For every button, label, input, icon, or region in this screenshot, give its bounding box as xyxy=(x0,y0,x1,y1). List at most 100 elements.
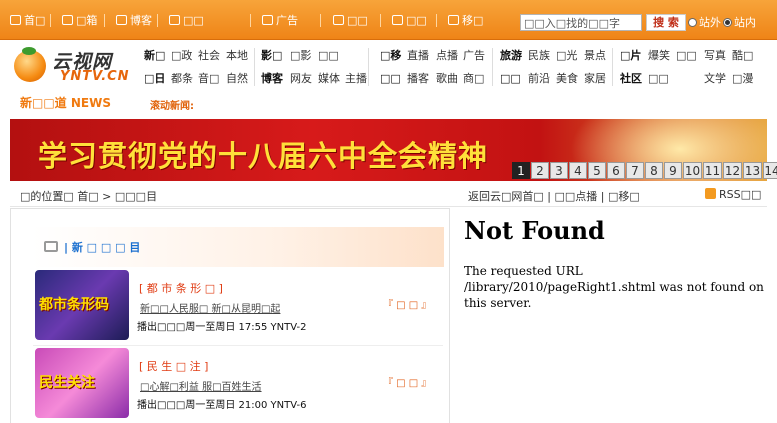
nav-item[interactable]: 商□ xyxy=(463,72,484,86)
nav-item[interactable]: 媒体 xyxy=(318,72,340,86)
topbar-link-7[interactable]: □□ xyxy=(392,14,427,28)
nav-item[interactable]: 景点 xyxy=(584,49,606,63)
mail-link[interactable]: □箱 xyxy=(62,14,97,28)
nav-item[interactable]: 自然 xyxy=(226,72,248,86)
star-icon xyxy=(169,15,180,25)
nav-item[interactable]: 网友 xyxy=(290,72,312,86)
page-button[interactable]: 5 xyxy=(588,162,606,179)
nav-item[interactable]: □□ xyxy=(676,49,697,63)
program-thumbnail[interactable]: 民生关注 xyxy=(35,348,129,418)
nav-item[interactable]: □政 xyxy=(171,49,192,63)
page-button[interactable]: 14 xyxy=(763,162,777,179)
nav-item[interactable]: 民族 xyxy=(528,49,550,63)
nav-item[interactable]: 旅游 xyxy=(500,49,522,63)
nav-item[interactable]: 影□ xyxy=(261,49,282,63)
nav-item[interactable]: 酷□ xyxy=(732,49,753,63)
page-button[interactable]: 2 xyxy=(531,162,549,179)
program-more-link[interactable]: 『 □ □ 』 xyxy=(383,296,431,311)
radio-selected-icon xyxy=(723,18,732,27)
nav-item[interactable]: 广告 xyxy=(463,49,485,63)
radio-site-internal[interactable]: 站内 xyxy=(723,16,756,29)
nav-item[interactable]: 文学 xyxy=(704,72,726,86)
search-button[interactable]: 搜 索 xyxy=(646,14,686,31)
program-thumbnail-caption: 都市条形码 xyxy=(39,297,109,313)
rss-link[interactable]: RSS□□ xyxy=(705,188,761,201)
page-button[interactable]: 1 xyxy=(512,162,530,179)
news-bar: 新□□道 NEWS 滚动新闻: xyxy=(10,93,777,113)
nav-item[interactable]: 新□ xyxy=(144,49,165,63)
topbar-link-4[interactable]: □□ xyxy=(169,14,204,28)
page-button[interactable]: 10 xyxy=(683,162,702,179)
nav-item[interactable]: 博客 xyxy=(261,72,283,86)
home-icon xyxy=(10,15,21,25)
nav-item[interactable]: □漫 xyxy=(732,72,753,86)
nav-item[interactable]: □日 xyxy=(144,72,165,86)
page-button[interactable]: 9 xyxy=(664,162,682,179)
nav-divider xyxy=(612,48,613,86)
program-desc[interactable]: 新□□人民服□ 新□从昆明□起 xyxy=(140,300,280,315)
program-item: 都市条形码 [ 都 市 条 形 □ ] 新□□人民服□ 新□从昆明□起 播出□□… xyxy=(33,270,443,342)
nav-item[interactable]: 社区 xyxy=(620,72,642,86)
program-desc[interactable]: □心解□利益 服□百姓生活 xyxy=(140,378,262,393)
nav-item[interactable]: 前沿 xyxy=(528,72,550,86)
breadcrumb[interactable]: □的位置□ 首□ > □□□目 xyxy=(20,188,157,204)
page-button[interactable]: 7 xyxy=(626,162,644,179)
nav-item[interactable]: 本地 xyxy=(226,49,248,63)
nav-item[interactable]: 歌曲 xyxy=(436,72,458,86)
nav-divider xyxy=(254,48,255,86)
nav-item[interactable]: 都条 xyxy=(171,72,193,86)
nav-item[interactable]: 社会 xyxy=(198,49,220,63)
nav-item[interactable]: 直播 xyxy=(407,49,429,63)
site-logo[interactable]: 云视网 YNTV.CN xyxy=(10,44,130,88)
logo-icon xyxy=(14,47,46,82)
page-button[interactable]: 4 xyxy=(569,162,587,179)
news-title: 新□□道 NEWS xyxy=(20,96,111,110)
nav-item[interactable]: □□ xyxy=(648,72,669,86)
program-name[interactable]: [ 都 市 条 形 □ ] xyxy=(139,280,223,296)
nav-item[interactable]: □片 xyxy=(620,49,641,63)
page-button[interactable]: 3 xyxy=(550,162,568,179)
radio-site-external[interactable]: 站外 xyxy=(688,16,721,29)
mail-icon xyxy=(62,15,73,25)
ad-link[interactable]: 广告 xyxy=(262,14,298,28)
nav-item[interactable]: 点播 xyxy=(436,49,458,63)
nav-item[interactable]: □光 xyxy=(556,49,577,63)
nav-item[interactable]: 写真 xyxy=(704,49,726,63)
search-input[interactable] xyxy=(520,14,642,31)
program-panel-header: | 新 □ □ □ 目 xyxy=(32,227,444,267)
page-button[interactable]: 8 xyxy=(645,162,663,179)
top-bar: 首□ □箱 博客 □□ 广告 □□ □□ 移□ 搜 索 站外 站内 xyxy=(0,0,777,40)
page-button[interactable]: 12 xyxy=(723,162,742,179)
nav-item[interactable]: 爆笑 xyxy=(648,49,670,63)
divider xyxy=(104,14,105,27)
nav-item[interactable]: □□ xyxy=(380,72,401,86)
page-button[interactable]: 6 xyxy=(607,162,625,179)
tv-icon xyxy=(44,241,58,252)
nav-item[interactable]: □□ xyxy=(318,49,339,63)
home-link[interactable]: 首□ xyxy=(10,14,45,28)
nav-item[interactable]: 播客 xyxy=(407,72,429,86)
page-button[interactable]: 13 xyxy=(743,162,762,179)
program-more-link[interactable]: 『 □ □ 』 xyxy=(383,374,431,389)
topbar-link-6[interactable]: □□ xyxy=(333,14,368,28)
blog-link[interactable]: 博客 xyxy=(116,14,152,28)
program-thumbnail[interactable]: 都市条形码 xyxy=(35,270,129,340)
nav-item[interactable]: 家居 xyxy=(584,72,606,86)
nav-item[interactable]: □影 xyxy=(290,49,311,63)
nav-item[interactable]: □移 xyxy=(380,49,401,63)
breadcrumb-row: □的位置□ 首□ > □□□目 返回云□网首□ | □□点播 | □移□ RSS… xyxy=(10,186,767,204)
person-icon xyxy=(333,15,344,25)
nav-item[interactable]: 音□ xyxy=(198,72,219,86)
banner-text: 学习贯彻党的十八届六中全会精神 xyxy=(38,139,489,173)
mobile-link[interactable]: 移□ xyxy=(448,14,483,28)
program-name[interactable]: [ 民 生 □ 注 ] xyxy=(139,358,208,374)
divider xyxy=(250,14,251,27)
divider xyxy=(33,345,443,346)
main-nav: 新□ □政 社会 本地 影□ □影 □□ □移 直播 点播 广告 旅游 民族 □… xyxy=(140,44,777,92)
divider xyxy=(380,14,381,27)
nav-item[interactable]: 美食 xyxy=(556,72,578,86)
quick-links[interactable]: 返回云□网首□ | □□点播 | □移□ xyxy=(468,188,640,204)
nav-item[interactable]: □□ xyxy=(500,72,521,86)
nav-item[interactable]: 主播 xyxy=(345,72,367,86)
page-button[interactable]: 11 xyxy=(703,162,722,179)
